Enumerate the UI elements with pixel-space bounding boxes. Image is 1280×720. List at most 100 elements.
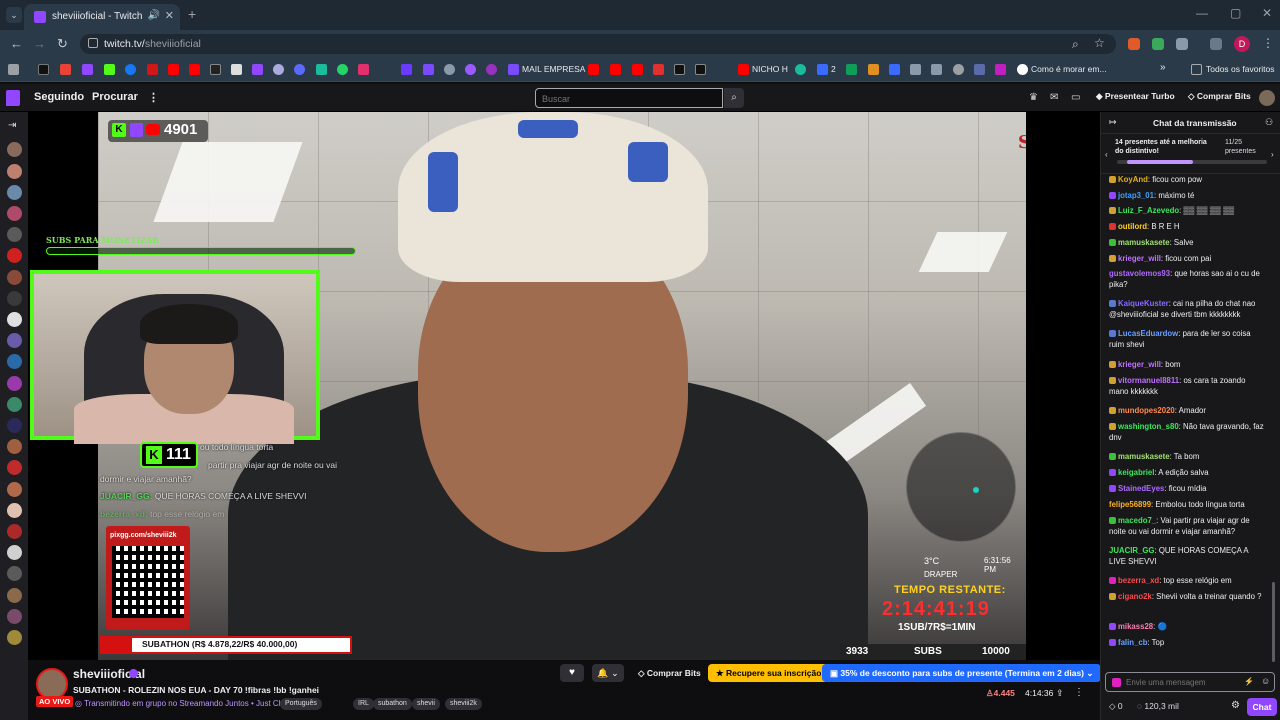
search-icon[interactable]: ⌕: [724, 88, 744, 108]
channel-avatar[interactable]: [7, 397, 22, 412]
bookmark-icon[interactable]: [910, 64, 921, 75]
channel-avatar[interactable]: [7, 354, 22, 369]
resubscribe-button[interactable]: ★ Recupere sua inscrição: [708, 664, 830, 682]
chat-scrollbar[interactable]: [1272, 582, 1275, 662]
channel-avatar[interactable]: [7, 312, 22, 327]
chevron-right-icon[interactable]: ›: [1271, 150, 1274, 159]
bookmark-icon[interactable]: [210, 64, 221, 75]
chat-username[interactable]: StainedEyes: [1118, 484, 1164, 493]
twitch-bookmark-icon[interactable]: [252, 64, 263, 75]
chat-badge-icon[interactable]: [1109, 517, 1116, 524]
youtube-bookmark-icon[interactable]: [189, 64, 200, 75]
bookmarks-overflow-icon[interactable]: »: [1160, 62, 1166, 73]
all-bookmarks[interactable]: Todos os favoritos: [1206, 64, 1275, 74]
bookmark-icon[interactable]: [423, 64, 434, 75]
share-icon[interactable]: ⇪: [1056, 688, 1064, 699]
reload-icon[interactable]: ↻: [57, 36, 68, 52]
bookmark-icon[interactable]: [653, 64, 664, 75]
more-kebab-icon[interactable]: ⋮: [148, 91, 159, 104]
apps-grid-icon[interactable]: [8, 64, 19, 75]
tiktok-bookmark-icon[interactable]: [695, 64, 706, 75]
channel-avatar[interactable]: [7, 291, 22, 306]
twitch-logo-icon[interactable]: [6, 90, 20, 106]
profile-avatar[interactable]: D: [1234, 36, 1250, 52]
chat-badge-icon[interactable]: [1109, 377, 1116, 384]
chat-badge-icon[interactable]: [1109, 577, 1116, 584]
chat-send-button[interactable]: Chat: [1247, 698, 1277, 716]
chat-username[interactable]: mundopes2020: [1118, 406, 1175, 415]
chat-badge-icon[interactable]: [1109, 407, 1116, 414]
chat-badge-icon[interactable]: [1109, 330, 1116, 337]
youtube-bookmark-icon[interactable]: [588, 64, 599, 75]
chat-username[interactable]: falin_cb: [1118, 638, 1147, 647]
chat-badge-icon[interactable]: [1109, 469, 1116, 476]
inbox-icon[interactable]: ✉: [1050, 92, 1058, 103]
bits-gem-icon[interactable]: [1112, 678, 1121, 687]
chat-username[interactable]: keigabriel: [1118, 468, 1154, 477]
video-player[interactable]: SK K 4901 SUBS PARA MONETIZAR K 111 ou t…: [28, 112, 1100, 660]
chat-badge-icon[interactable]: [1109, 593, 1116, 600]
follow-heart-icon[interactable]: ♥: [560, 664, 584, 682]
stream-tag[interactable]: shevii: [412, 698, 440, 710]
twitch-bookmark-icon[interactable]: [82, 64, 93, 75]
forward-icon[interactable]: →: [33, 36, 46, 51]
notifications-bell-icon[interactable]: 🔔 ⌄: [592, 664, 624, 682]
chat-username[interactable]: KaiqueKuster: [1118, 299, 1169, 308]
chat-username[interactable]: mamuskasete: [1118, 238, 1170, 247]
channel-avatar[interactable]: [7, 142, 22, 157]
channel-avatar[interactable]: [7, 333, 22, 348]
chat-username[interactable]: macedo7_: [1118, 516, 1156, 525]
extensions-puzzle-icon[interactable]: [1176, 38, 1188, 50]
bookmark-icon[interactable]: [795, 64, 806, 75]
chat-username[interactable]: KoyAnd: [1118, 175, 1148, 184]
bookmark-icon[interactable]: [147, 64, 158, 75]
channel-avatar[interactable]: [7, 227, 22, 242]
youtube-bookmark-icon[interactable]: [632, 64, 643, 75]
site-info-icon[interactable]: [88, 38, 98, 48]
chat-badge-icon[interactable]: [1109, 639, 1116, 646]
nicho-icon[interactable]: [738, 64, 749, 75]
chat-badge-icon[interactable]: [1109, 207, 1116, 214]
channel-avatar[interactable]: [7, 185, 22, 200]
channel-avatar[interactable]: [7, 545, 22, 560]
chat-input[interactable]: [1126, 673, 1236, 691]
bookmark-como-morar[interactable]: Como é morar em...: [1031, 64, 1107, 74]
emote-icon[interactable]: ☺: [1261, 676, 1270, 686]
channel-avatar[interactable]: [7, 206, 22, 221]
channel-avatar[interactable]: [7, 482, 22, 497]
chat-badge-icon[interactable]: [1109, 361, 1116, 368]
close-tab-icon[interactable]: ✕: [165, 9, 174, 22]
bookmark-icon[interactable]: [465, 64, 476, 75]
x-bookmark-icon[interactable]: [38, 64, 49, 75]
new-tab-button[interactable]: +: [188, 6, 196, 22]
bookmark-icon[interactable]: [486, 64, 497, 75]
youtube-bookmark-icon[interactable]: [610, 64, 621, 75]
chat-username[interactable]: outilord: [1118, 222, 1147, 231]
user-avatar[interactable]: [1259, 90, 1275, 106]
stream-tag[interactable]: Português: [280, 698, 322, 710]
back-icon[interactable]: ←: [10, 36, 23, 51]
chat-badge-icon[interactable]: [1109, 192, 1116, 199]
chat-username[interactable]: felipe56899: [1109, 500, 1151, 509]
chat-badge-icon[interactable]: [1109, 453, 1116, 460]
bookmark-icon[interactable]: [868, 64, 879, 75]
instagram-bookmark-icon[interactable]: [358, 64, 369, 75]
nav-browse[interactable]: Procurar: [92, 91, 138, 103]
stream-tag[interactable]: IRL: [353, 698, 374, 710]
bookmark-icon[interactable]: [931, 64, 942, 75]
menu-kebab-icon[interactable]: ⋮: [1262, 36, 1274, 50]
users-icon[interactable]: ⚇: [1265, 117, 1273, 128]
sheets-bookmark-icon[interactable]: [846, 64, 857, 75]
gift-turbo-button[interactable]: ◆ Presentear Turbo: [1096, 91, 1175, 102]
stream-tag[interactable]: sheviii2k: [445, 698, 482, 710]
bookmark-icon[interactable]: [316, 64, 327, 75]
chat-badge-icon[interactable]: [1109, 176, 1116, 183]
tiktok-bookmark-icon[interactable]: [674, 64, 685, 75]
channel-avatar[interactable]: [7, 588, 22, 603]
stream-tag[interactable]: subathon: [373, 698, 412, 710]
channel-avatar[interactable]: [7, 503, 22, 518]
search-input[interactable]: [536, 90, 722, 108]
chat-username[interactable]: Luiz_F_Azevedo: [1118, 206, 1179, 215]
bookmark-icon[interactable]: [273, 64, 284, 75]
chat-badge-icon[interactable]: [1109, 623, 1116, 630]
